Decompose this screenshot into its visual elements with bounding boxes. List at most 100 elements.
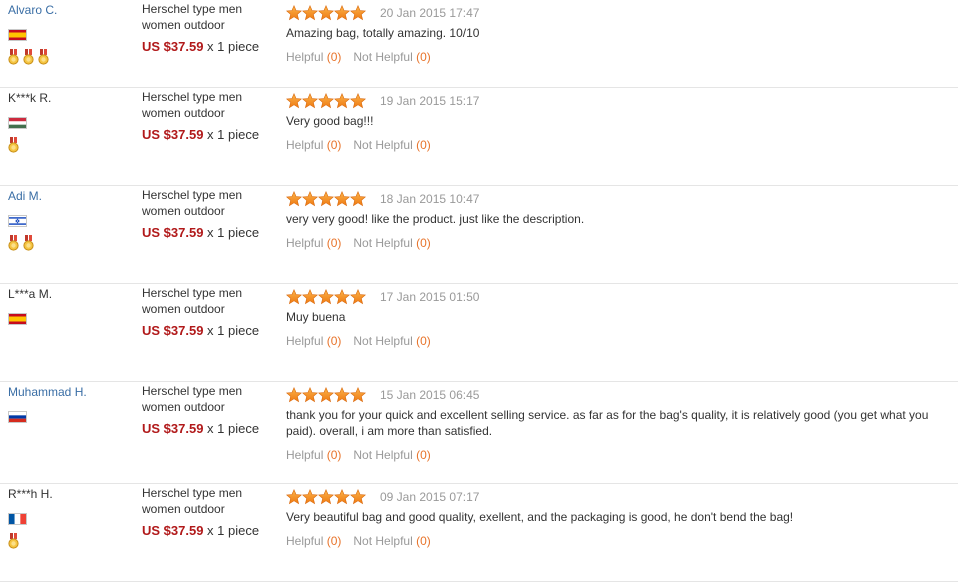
star-icon xyxy=(350,5,366,21)
feedback-row: L***a M. Herschel type men women outdoor… xyxy=(0,284,958,382)
vote-line: Helpful (0) Not Helpful (0) xyxy=(286,49,946,65)
helpful-button[interactable]: Helpful (0) xyxy=(286,448,341,462)
review-comment: Very good bag!!! xyxy=(286,114,374,128)
star-icon xyxy=(286,387,302,403)
star-icon xyxy=(318,289,334,305)
product-price: US $37.59 xyxy=(142,225,204,240)
not-helpful-button[interactable]: Not Helpful (0) xyxy=(353,334,430,348)
star-icon xyxy=(302,387,318,403)
review-date: 17 Jan 2015 01:50 xyxy=(380,290,480,304)
helpful-button[interactable]: Helpful (0) xyxy=(286,50,341,64)
helpful-count: (0) xyxy=(326,236,342,250)
star-icon xyxy=(286,191,302,207)
rating-line: 19 Jan 2015 15:17 xyxy=(286,93,946,109)
review-comment: thank you for your quick and excellent s… xyxy=(286,408,929,438)
rating-line: 20 Jan 2015 17:47 xyxy=(286,5,946,21)
star-icon xyxy=(302,289,318,305)
price-line: US $37.59 x 1 piece xyxy=(142,421,267,437)
buyer-info: K***k R. xyxy=(8,91,128,153)
helpful-button[interactable]: Helpful (0) xyxy=(286,534,341,548)
not-helpful-button[interactable]: Not Helpful (0) xyxy=(353,534,430,548)
price-line: US $37.59 x 1 piece xyxy=(142,39,267,55)
review: 09 Jan 2015 07:17 Very beautiful bag and… xyxy=(286,489,946,549)
not-helpful-label: Not Helpful xyxy=(353,448,413,462)
flag-israel-icon xyxy=(8,215,27,227)
star-icon xyxy=(302,191,318,207)
buyer-medals xyxy=(8,235,128,251)
product-price: US $37.59 xyxy=(142,523,204,538)
review-comment: Amazing bag, totally amazing. 10/10 xyxy=(286,26,480,40)
buyer-name[interactable]: Adi M. xyxy=(8,189,128,203)
buyer-name[interactable]: Muhammad H. xyxy=(8,385,128,399)
star-rating xyxy=(286,387,366,403)
helpful-count: (0) xyxy=(326,448,342,462)
helpful-label: Helpful xyxy=(286,50,324,64)
price-line: US $37.59 x 1 piece xyxy=(142,127,267,143)
medal-icon xyxy=(8,137,19,153)
rating-line: 15 Jan 2015 06:45 xyxy=(286,387,946,403)
star-icon xyxy=(302,93,318,109)
feedback-list: Alvaro C. Herschel type men women outdoo… xyxy=(0,0,963,582)
helpful-count: (0) xyxy=(326,334,342,348)
not-helpful-count: (0) xyxy=(416,138,431,152)
star-rating xyxy=(286,489,366,505)
product-name: Herschel type men women outdoor xyxy=(142,486,243,516)
price-line: US $37.59 x 1 piece xyxy=(142,523,267,539)
rating-line: 17 Jan 2015 01:50 xyxy=(286,289,946,305)
vote-line: Helpful (0) Not Helpful (0) xyxy=(286,447,946,463)
review: 20 Jan 2015 17:47 Amazing bag, totally a… xyxy=(286,5,946,65)
product-quantity: x 1 piece xyxy=(203,323,260,338)
price-line: US $37.59 x 1 piece xyxy=(142,225,267,241)
medal-icon xyxy=(8,235,19,251)
buyer-info: Muhammad H. xyxy=(8,385,128,423)
product-price: US $37.59 xyxy=(142,323,204,338)
star-icon xyxy=(350,489,366,505)
review-date: 18 Jan 2015 10:47 xyxy=(380,192,480,206)
star-icon xyxy=(350,387,366,403)
helpful-button[interactable]: Helpful (0) xyxy=(286,334,341,348)
helpful-count: (0) xyxy=(326,50,342,64)
not-helpful-count: (0) xyxy=(416,50,431,64)
vote-line: Helpful (0) Not Helpful (0) xyxy=(286,533,946,549)
feedback-row: Muhammad H. Herschel type men women outd… xyxy=(0,382,958,484)
star-icon xyxy=(350,289,366,305)
star-icon xyxy=(334,489,350,505)
star-icon xyxy=(286,93,302,109)
feedback-row: Alvaro C. Herschel type men women outdoo… xyxy=(0,0,958,88)
buyer-name: L***a M. xyxy=(8,287,53,301)
feedback-row: K***k R. Herschel type men women outdoor… xyxy=(0,88,958,186)
not-helpful-label: Not Helpful xyxy=(353,138,413,152)
star-rating xyxy=(286,191,366,207)
helpful-count: (0) xyxy=(326,138,342,152)
review-date: 15 Jan 2015 06:45 xyxy=(380,388,480,402)
product-info: Herschel type men women outdoor US $37.5… xyxy=(142,89,267,143)
helpful-button[interactable]: Helpful (0) xyxy=(286,236,341,250)
star-icon xyxy=(302,5,318,21)
star-icon xyxy=(302,489,318,505)
product-name: Herschel type men women outdoor xyxy=(142,286,243,316)
helpful-label: Helpful xyxy=(286,448,324,462)
product-info: Herschel type men women outdoor US $37.5… xyxy=(142,285,267,339)
buyer-name[interactable]: Alvaro C. xyxy=(8,3,128,17)
not-helpful-count: (0) xyxy=(416,534,431,548)
helpful-button[interactable]: Helpful (0) xyxy=(286,138,341,152)
price-line: US $37.59 x 1 piece xyxy=(142,323,267,339)
helpful-label: Helpful xyxy=(286,236,324,250)
product-name: Herschel type men women outdoor xyxy=(142,188,243,218)
medal-icon xyxy=(38,49,49,65)
feedback-row: Adi M. Herschel type men women outdoor U… xyxy=(0,186,958,284)
not-helpful-button[interactable]: Not Helpful (0) xyxy=(353,50,430,64)
helpful-count: (0) xyxy=(326,534,342,548)
buyer-info: R***h H. xyxy=(8,487,128,549)
product-quantity: x 1 piece xyxy=(203,225,260,240)
helpful-label: Helpful xyxy=(286,334,324,348)
star-icon xyxy=(318,93,334,109)
not-helpful-button[interactable]: Not Helpful (0) xyxy=(353,448,430,462)
rating-line: 09 Jan 2015 07:17 xyxy=(286,489,946,505)
not-helpful-button[interactable]: Not Helpful (0) xyxy=(353,236,430,250)
review-comment: Very beautiful bag and good quality, exe… xyxy=(286,510,794,524)
product-info: Herschel type men women outdoor US $37.5… xyxy=(142,383,267,437)
feedback-row: R***h H. Herschel type men women outdoor… xyxy=(0,484,958,582)
not-helpful-button[interactable]: Not Helpful (0) xyxy=(353,138,430,152)
review: 17 Jan 2015 01:50 Muy buena Helpful (0) N… xyxy=(286,289,946,349)
